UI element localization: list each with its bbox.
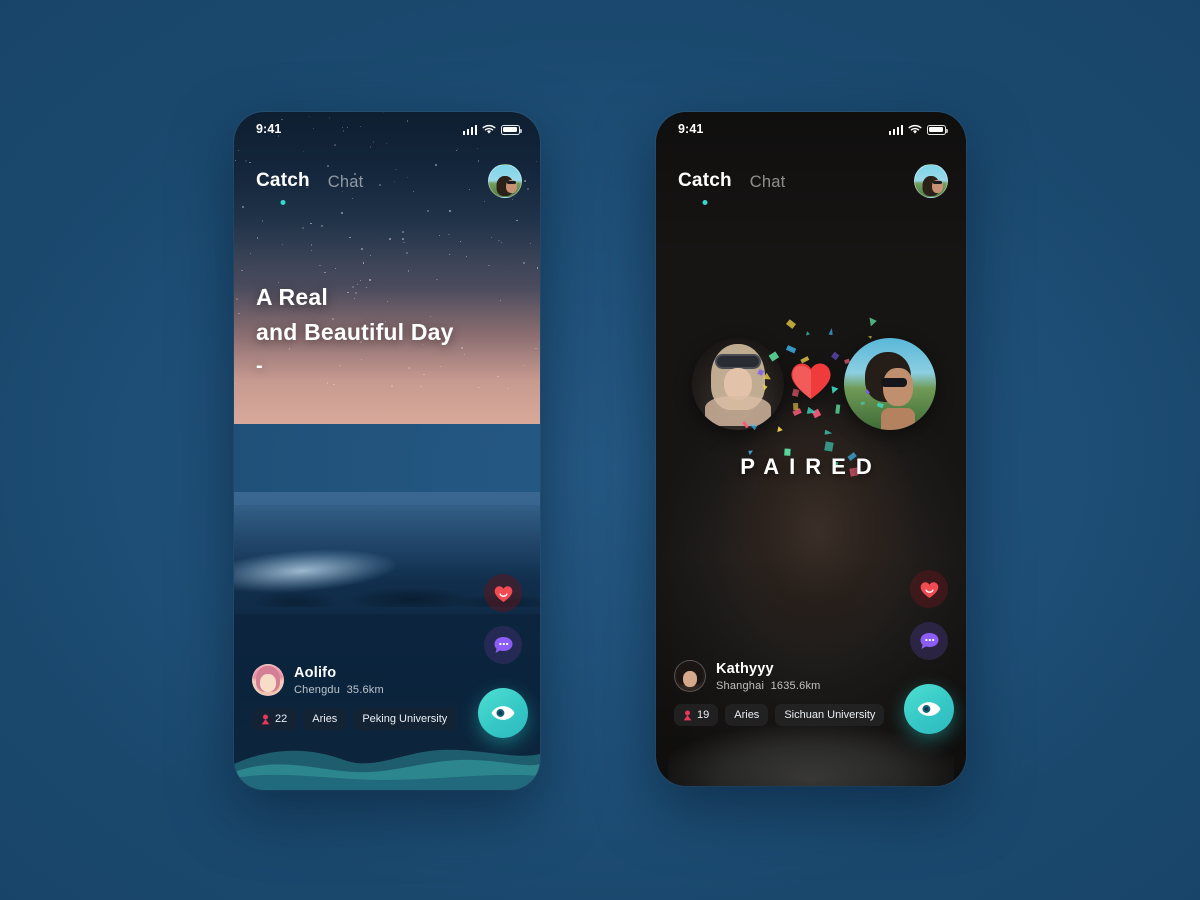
chip-age-label: 22 [275, 713, 288, 725]
chip-zodiac[interactable]: Aries [303, 708, 347, 730]
tab-chat[interactable]: Chat [750, 171, 786, 192]
active-tab-indicator-dot [280, 200, 286, 205]
wifi-icon [908, 124, 922, 134]
view-button[interactable] [478, 688, 528, 738]
profile-distance: 1635.6km [770, 679, 821, 692]
profile-name: Aolifo [294, 664, 337, 681]
chip-age-label: 19 [697, 709, 710, 721]
tab-catch[interactable]: Catch [678, 170, 732, 205]
profile-chips: 22 Aries Peking University [252, 708, 457, 730]
chat-bubble-icon [494, 637, 512, 653]
chip-zodiac[interactable]: Aries [725, 704, 769, 726]
hero-headline: A Real and Beautiful Day - [256, 280, 454, 381]
battery-icon [927, 124, 948, 135]
chip-age[interactable]: 19 [674, 704, 719, 726]
profile-location: Chengdu 35.6km [294, 684, 384, 696]
profile-avatar-button[interactable] [488, 164, 522, 198]
paired-label: PAIRED [740, 454, 882, 479]
headline-line-2: and Beautiful Day [256, 318, 454, 345]
profile-city: Shanghai [716, 679, 765, 692]
status-time: 9:41 [678, 122, 704, 136]
chat-bubble-icon [920, 633, 938, 649]
profile-name: Kathyyy [716, 660, 774, 677]
phone-two-screen: 9:41 Catch Chat PAIRED Kathyyy Shanghai … [656, 112, 966, 786]
eye-icon [917, 702, 941, 716]
chat-button[interactable] [910, 622, 948, 660]
cellular-bars-icon [462, 124, 477, 135]
profile-city: Chengdu [294, 683, 341, 696]
profile-chips: 19 Aries Sichuan University [674, 704, 885, 726]
headline-dash: - [256, 355, 263, 377]
tab-catch[interactable]: Catch [256, 170, 310, 205]
profile-distance: 35.6km [346, 683, 384, 696]
avatar[interactable] [674, 660, 706, 692]
like-button[interactable] [484, 574, 522, 612]
headline-line-1: A Real [256, 284, 328, 310]
phone-mockup-one: 9:41 Catch Chat A Real and Beautiful Day… [234, 112, 540, 790]
view-button[interactable] [904, 684, 954, 734]
status-time: 9:41 [256, 122, 282, 136]
battery-icon [501, 124, 522, 135]
active-tab-indicator-dot [702, 200, 708, 205]
top-navigation: Catch Chat [234, 158, 540, 205]
eye-icon [491, 706, 515, 720]
avatar[interactable] [252, 664, 284, 696]
wifi-icon [482, 124, 496, 134]
action-rail [478, 574, 528, 738]
phone-mockup-two: 9:41 Catch Chat PAIRED Kathyyy Shanghai … [656, 112, 966, 786]
profile-location: Shanghai 1635.6km [716, 680, 821, 692]
status-bar: 9:41 [234, 112, 540, 146]
like-button[interactable] [910, 570, 948, 608]
female-icon [261, 714, 270, 724]
snow-wave-decoration [234, 749, 540, 790]
chip-school[interactable]: Peking University [353, 708, 457, 730]
chip-school[interactable]: Sichuan University [775, 704, 885, 726]
profile-avatar-button[interactable] [914, 164, 948, 198]
top-navigation: Catch Chat [656, 158, 966, 205]
canvas-background-glow [0, 0, 1200, 900]
profile-card: Kathyyy Shanghai 1635.6km 19 Aries Sichu… [674, 660, 885, 726]
tab-chat[interactable]: Chat [328, 171, 364, 192]
cellular-bars-icon [888, 124, 903, 135]
heart-icon [791, 363, 831, 399]
profile-card: Aolifo Chengdu 35.6km 22 Aries Peking Un… [252, 664, 457, 730]
status-bar: 9:41 [656, 112, 966, 146]
female-icon [683, 710, 692, 720]
action-rail [904, 570, 954, 734]
chip-age[interactable]: 22 [252, 708, 297, 730]
phone-one-screen: 9:41 Catch Chat A Real and Beautiful Day… [234, 112, 540, 790]
heart-icon [494, 585, 512, 602]
paired-celebration: PAIRED [656, 302, 966, 502]
chat-button[interactable] [484, 626, 522, 664]
heart-icon [920, 581, 938, 598]
